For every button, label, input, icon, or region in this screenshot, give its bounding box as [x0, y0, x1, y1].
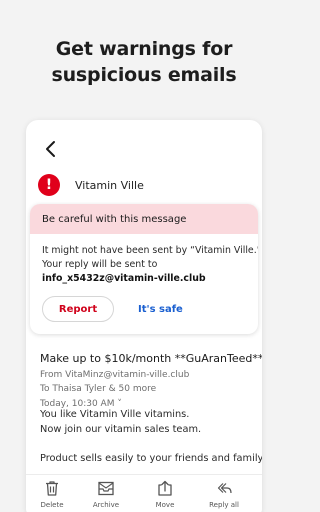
sender-name: Vitamin Ville — [75, 178, 144, 192]
warning-actions: Report It's safe — [42, 296, 252, 322]
email-recipients[interactable]: To Thaisa Tyler & 50 more — [40, 384, 156, 394]
archive-icon — [98, 481, 114, 496]
back-arrow-icon[interactable] — [40, 138, 62, 160]
report-button[interactable]: Report — [42, 296, 114, 322]
headline-line-2: suspicious emails — [51, 64, 237, 86]
move-button[interactable]: Move — [143, 479, 187, 509]
email-subject: Make up to $10k/month **GuAranTeed** — [40, 352, 262, 365]
warning-box: Be careful with this message It might no… — [30, 204, 258, 334]
trash-icon — [46, 481, 58, 496]
reply-all-button[interactable]: Reply all — [202, 479, 246, 509]
reply-address: info_x5432z@vitamin-ville.club — [42, 273, 206, 284]
email-body-line: Now join our vitamin sales team. — [40, 424, 202, 435]
archive-label: Archive — [92, 501, 120, 509]
warning-body: It might not have been sent by “Vitamin … — [30, 234, 258, 286]
warning-line-2: Your reply will be sent to — [42, 259, 158, 270]
reply-all-icon — [217, 483, 232, 494]
email-from[interactable]: From VitaMinz@vitamin-ville.club — [40, 370, 189, 380]
warning-line-1: It might not have been sent by “Vitamin … — [42, 245, 258, 256]
reply-all-label: Reply all — [209, 501, 239, 509]
alert-icon: ! — [38, 174, 60, 196]
sender-row: ! Vitamin Ville — [38, 172, 144, 198]
email-body-line: Product sells easily to your friends and… — [40, 453, 262, 464]
email-card: ! Vitamin Ville Be careful with this mes… — [26, 120, 262, 512]
archive-button[interactable]: Archive — [84, 479, 128, 509]
delete-button[interactable]: Delete — [30, 479, 74, 509]
its-safe-button[interactable]: It's safe — [138, 304, 183, 315]
move-label: Move — [155, 501, 175, 509]
warning-title: Be careful with this message — [30, 204, 258, 234]
headline: Get warnings for suspicious emails — [0, 36, 288, 88]
delete-label: Delete — [40, 501, 64, 509]
email-timestamp[interactable]: Today, 10:30 AM ˅ — [40, 399, 122, 409]
email-body-line: You like Vitamin Ville vitamins. — [40, 409, 190, 420]
headline-line-1: Get warnings for — [55, 38, 233, 60]
move-icon — [158, 480, 172, 496]
bottom-toolbar: Delete Archive Move Reply all — [26, 474, 262, 512]
